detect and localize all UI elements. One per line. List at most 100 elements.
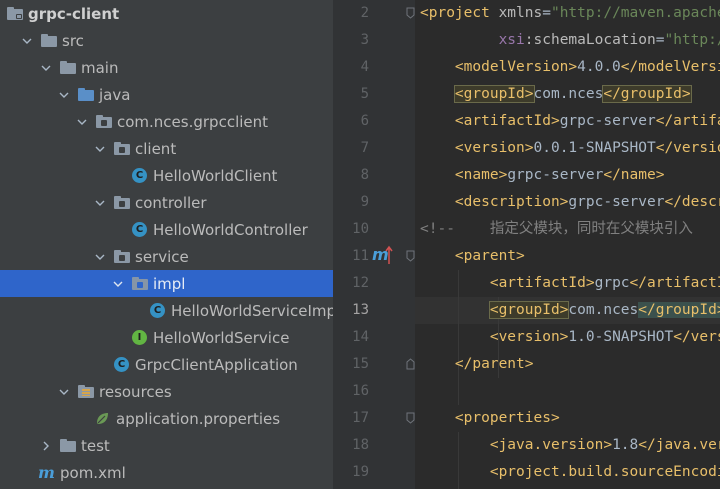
fold-marker-icon[interactable] — [406, 250, 415, 262]
chevron-right-icon[interactable] — [39, 432, 53, 459]
code-line[interactable]: <groupId>com.nces</groupId> — [420, 297, 720, 324]
gutter-line[interactable]: 9 — [333, 189, 415, 216]
code-line[interactable]: <name>grpc-server</name> — [420, 162, 665, 189]
code-line[interactable]: xsi:schemaLocation="http://maven.apache.… — [420, 27, 720, 54]
code-line[interactable]: <project xmlns="http://maven.apache.org/… — [420, 0, 720, 27]
code-token: </parent> — [454, 356, 534, 372]
chevron-down-icon[interactable] — [57, 378, 71, 405]
gutter-line[interactable]: 15 — [333, 351, 415, 378]
line-number: 7 — [360, 140, 369, 156]
gutter-line[interactable]: 3 — [333, 27, 415, 54]
tree-item-grpc-client-application[interactable]: C GrpcClientApplication — [0, 351, 333, 378]
resources-folder-icon — [77, 383, 94, 400]
code-token: </artifactId> — [629, 275, 720, 291]
package-icon — [113, 140, 130, 157]
line-number: 13 — [352, 302, 369, 318]
gutter-line[interactable]: 18 — [333, 432, 415, 459]
code-token: "http://maven.apache.org/POM/4.0.0" — [550, 5, 720, 21]
code-line[interactable]: <artifactId>grpc-server</artifactId> — [420, 108, 720, 135]
gutter-line[interactable]: 13 — [333, 297, 415, 324]
tree-item-hello-world-client[interactable]: C HelloWorldClient — [0, 162, 333, 189]
chevron-down-icon[interactable] — [93, 189, 107, 216]
code-line[interactable]: <version>1.0-SNAPSHOT</version> — [420, 324, 720, 351]
line-number: 15 — [352, 356, 369, 372]
line-number: 14 — [352, 329, 369, 345]
code-token: </description> — [664, 194, 720, 210]
tree-item-hello-world-controller[interactable]: C HelloWorldController — [0, 216, 333, 243]
package-icon — [113, 194, 130, 211]
code-line[interactable]: <modelVersion>4.0.0</modelVersion> — [420, 54, 720, 81]
interface-icon: I — [131, 329, 148, 346]
chevron-down-icon[interactable] — [93, 243, 107, 270]
code-line[interactable]: <!-- 指定父模块，同时在父模块引入 — [420, 216, 693, 243]
tree-item-java[interactable]: java — [0, 81, 333, 108]
project-tree-panel[interactable]: grpc-client src main java com.nces.grpcc… — [0, 0, 333, 489]
code-editor[interactable]: 2 3 4 5 6 7 8 9 10 11 12 13 14 15 16 17 18 19 <project xm… — [333, 0, 720, 489]
gutter-line[interactable]: 19 — [333, 459, 415, 486]
gutter-line[interactable]: 14 — [333, 324, 415, 351]
gutter-line[interactable]: 6 — [333, 108, 415, 135]
fold-marker-icon[interactable] — [406, 358, 415, 370]
gutter-line[interactable]: 16 — [333, 378, 415, 405]
tree-item-controller[interactable]: controller — [0, 189, 333, 216]
chevron-down-icon[interactable] — [111, 270, 125, 297]
gutter-line[interactable]: 2 — [333, 0, 415, 27]
fold-marker-icon[interactable] — [406, 412, 415, 424]
code-token: = — [542, 5, 551, 21]
code-token: grpc — [594, 275, 630, 291]
code-token: </version> — [655, 140, 720, 156]
code-line[interactable]: <description>grpc-server</description> — [420, 189, 720, 216]
code-line[interactable]: <parent> — [420, 243, 525, 270]
code-token: xmlns — [498, 5, 543, 21]
chevron-down-icon[interactable] — [93, 135, 107, 162]
tree-item-service[interactable]: service — [0, 243, 333, 270]
code-token: <!-- 指定父模块，同时在父模块引入 — [420, 221, 693, 237]
chevron-down-icon[interactable] — [39, 54, 53, 81]
gutter-line[interactable]: 10 — [333, 216, 415, 243]
gutter-line[interactable]: 12 — [333, 270, 415, 297]
gutter-line[interactable]: 5 — [333, 81, 415, 108]
line-number: 17 — [352, 410, 369, 426]
tree-item-application-properties[interactable]: application.properties — [0, 405, 333, 432]
fold-marker-icon[interactable] — [406, 7, 415, 19]
code-token: <groupId> — [488, 301, 570, 319]
gutter-line[interactable]: 8 — [333, 162, 415, 189]
tree-item-hello-world-service[interactable]: I HelloWorldService — [0, 324, 333, 351]
tree-item-client[interactable]: client — [0, 135, 333, 162]
tree-item-resources[interactable]: resources — [0, 378, 333, 405]
gutter-line[interactable]: 4 — [333, 54, 415, 81]
tree-item-main[interactable]: main — [0, 54, 333, 81]
code-token: <artifactId> — [454, 113, 560, 129]
code-token: <project.build.sourceEncoding> — [489, 464, 720, 480]
tree-item-grpc-client[interactable]: grpc-client — [0, 0, 333, 27]
tree-item-pom-xml[interactable]: m pom.xml — [0, 459, 333, 486]
code-token: grpc-server — [568, 194, 665, 210]
code-line[interactable]: <artifactId>grpc</artifactId> — [420, 270, 720, 297]
source-folder-icon — [77, 86, 94, 103]
tree-item-test[interactable]: test — [0, 432, 333, 459]
tree-item-label: pom.xml — [60, 463, 126, 482]
code-line[interactable]: <java.version>1.8</java.version> — [420, 432, 720, 459]
chevron-down-icon[interactable] — [20, 27, 34, 54]
tree-item-impl[interactable]: impl — [0, 270, 333, 297]
gutter-line[interactable]: 17 — [333, 405, 415, 432]
tree-item-hello-world-service-impl[interactable]: C HelloWorldServiceImpl — [0, 297, 333, 324]
overrides-up-arrow-icon[interactable] — [385, 245, 393, 265]
code-token: :schemaLocation — [524, 32, 656, 48]
tree-item-package[interactable]: com.nces.grpcclient — [0, 108, 333, 135]
tree-item-src[interactable]: src — [0, 27, 333, 54]
code-line[interactable]: <project.build.sourceEncoding> — [420, 459, 720, 486]
line-number: 2 — [360, 5, 369, 21]
folder-icon — [40, 32, 57, 49]
code-line[interactable]: <groupId>com.nces</groupId> — [420, 81, 692, 108]
code-line[interactable]: <properties> — [420, 405, 560, 432]
chevron-down-icon[interactable] — [75, 108, 89, 135]
line-number: 12 — [352, 275, 369, 291]
code-line[interactable]: <version>0.0.1-SNAPSHOT</version> — [420, 135, 720, 162]
code-token: <description> — [454, 194, 569, 210]
gutter-line[interactable]: 7 — [333, 135, 415, 162]
chevron-down-icon[interactable] — [57, 81, 71, 108]
code-line[interactable]: </parent> — [420, 351, 534, 378]
